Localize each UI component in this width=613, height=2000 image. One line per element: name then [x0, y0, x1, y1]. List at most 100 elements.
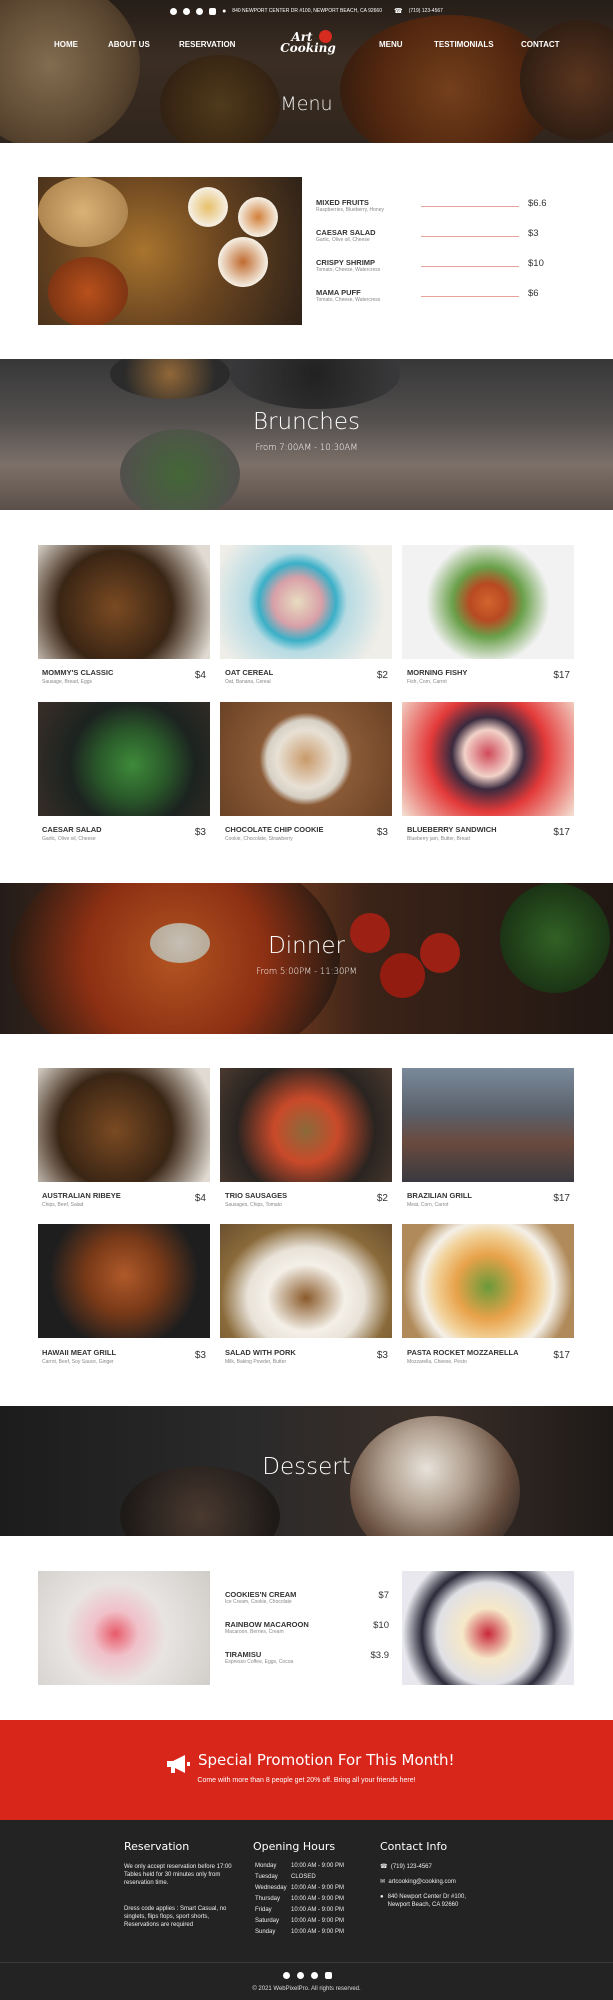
brunches-title: Brunches: [252, 409, 361, 435]
item-name: TIRAMISU: [225, 1650, 262, 1659]
card-price: $3: [194, 827, 206, 838]
promo-text: Come with more than 8 people get 20% off…: [197, 1777, 416, 1784]
card-name: HAWAII MEAT GRILL: [42, 1348, 117, 1357]
facebook-icon[interactable]: [170, 7, 178, 15]
hours-row: Tuesday CLOSED: [255, 1874, 316, 1880]
card-name: OAT CEREAL: [225, 668, 274, 677]
item-name: RAINBOW MACAROON: [225, 1620, 309, 1629]
top-phone: (719) 123-4567: [408, 8, 443, 14]
card-price: $2: [376, 1193, 388, 1204]
list-item: CAESAR SALAD Garlic, Olive oil, Cheese $…: [316, 228, 576, 253]
item-desc: Espresso Coffee, Eggs, Cocoa: [225, 1659, 294, 1665]
nav-contact[interactable]: CONTACT: [521, 40, 560, 49]
dessert-banner: Dessert: [0, 1406, 613, 1536]
card-name: BRAZILIAN GRILL: [407, 1191, 472, 1200]
pasta-rocket-mozzarella-image: [402, 1224, 574, 1338]
item-price: $7: [378, 1590, 389, 1601]
card-desc: Mozzarella, Cheese, Pesto: [407, 1359, 467, 1365]
dessert-title: Dessert: [262, 1454, 351, 1480]
nav-home[interactable]: HOME: [54, 40, 78, 49]
opening-hours-title: Opening Hours: [253, 1840, 336, 1853]
card-name: MOMMY'S CLASSIC: [42, 668, 114, 677]
item-desc: Ice Cream, Cookie, Chocolate: [225, 1599, 292, 1605]
card-price: $2: [376, 670, 388, 681]
nav-menu[interactable]: MENU: [379, 40, 403, 49]
card-name: TRIO SAUSAGES: [225, 1191, 288, 1200]
item-price: $10: [528, 258, 544, 269]
nav-testimonials[interactable]: TESTIMONIALS: [434, 40, 494, 49]
brunches-banner: Brunches From 7:00AM - 10:30AM: [0, 359, 613, 510]
card-desc: Fish, Corn, Carrot: [407, 679, 447, 685]
contact-info-title: Contact Info: [380, 1840, 448, 1853]
logo[interactable]: Art Cooking: [278, 28, 338, 62]
starters-image: [38, 177, 302, 325]
promo-title: Special Promotion For This Month!: [198, 1751, 455, 1769]
hours-row: Monday 10:00 AM - 9:00 PM: [255, 1863, 345, 1869]
nav-about[interactable]: ABOUT US: [108, 40, 150, 49]
card-price: $4: [194, 1193, 206, 1204]
location-icon: ●: [222, 7, 227, 15]
morning-fishy-image: [402, 545, 574, 659]
card-name: SALAD WITH PORK: [225, 1348, 296, 1357]
card-desc: Carrot, Beef, Soy Sauce, Ginger: [42, 1359, 114, 1365]
footer: Reservation We only accept reservation b…: [0, 1820, 613, 2000]
card-desc: Cookie, Chocolate, Strawberry: [225, 836, 293, 842]
card-desc: Blueberry jam, Butter, Bread: [407, 836, 470, 842]
instagram-icon[interactable]: [196, 7, 204, 15]
footer-social: [283, 1972, 332, 1979]
dessert-left-image: [38, 1571, 210, 1685]
hawaii-meat-grill-image: [38, 1224, 210, 1338]
contact-phone-text: (719) 123-4567: [390, 1864, 432, 1870]
dessert-right-image: [402, 1571, 574, 1685]
hours-row: Wednesday 10:00 AM - 9:00 PM: [255, 1885, 345, 1891]
blueberry-sandwich-image: [402, 702, 574, 816]
trio-sausages-image: [220, 1068, 392, 1182]
mail-icon: ✉: [380, 1879, 386, 1885]
hours-row: Sunday 10:00 AM - 9:00 PM: [255, 1929, 345, 1935]
card-desc: Garlic, Olive oil, Cheese: [42, 836, 96, 842]
top-info-bar: ● 840 NEWPORT CENTER DR #100, NEWPORT BE…: [0, 4, 613, 18]
contact-address: ● 840 Newport Center Dr #100, Newport Bea…: [380, 1893, 480, 1909]
card-price: $17: [553, 1193, 570, 1204]
card-price: $3: [194, 1350, 206, 1361]
salad-with-pork-image: [220, 1224, 392, 1338]
logo-line2: Cooking: [280, 41, 336, 55]
card-price: $3: [376, 1350, 388, 1361]
hours-row: Thursday 10:00 AM - 9:00 PM: [255, 1896, 345, 1902]
instagram-icon[interactable]: [311, 1972, 318, 1979]
list-item: RAINBOW MACAROON Macaroon, Berries, Crea…: [225, 1620, 389, 1635]
youtube-icon[interactable]: [209, 7, 217, 15]
brazilian-grill-image: [402, 1068, 574, 1182]
item-price: $3: [528, 228, 539, 239]
top-address: 840 NEWPORT CENTER DR #100, NEWPORT BEAC…: [232, 8, 382, 14]
caesar-salad-image: [38, 702, 210, 816]
nav-reservation[interactable]: RESERVATION: [179, 40, 235, 49]
chocolate-chip-cookie-image: [220, 702, 392, 816]
facebook-icon[interactable]: [283, 1972, 290, 1979]
hours-row: Friday 10:00 AM - 9:00 PM: [255, 1907, 345, 1913]
list-item: MAMA PUFF Tomato, Cheese, Watercress $6: [316, 288, 576, 313]
youtube-icon[interactable]: [325, 1972, 332, 1979]
linkedin-icon[interactable]: [297, 1972, 304, 1979]
brunches-subtitle: From 7:00AM - 10:30AM: [255, 443, 358, 453]
contact-email-text: artcooking@cooking.com: [388, 1879, 456, 1885]
linkedin-icon[interactable]: [183, 7, 191, 15]
card-desc: Meat, Corn, Carrot: [407, 1202, 449, 1208]
contact-email[interactable]: ✉ artcooking@cooking.com: [380, 1878, 456, 1886]
reservation-title: Reservation: [124, 1840, 190, 1853]
card-name: CHOCOLATE CHIP COOKIE: [225, 825, 324, 834]
reservation-text-2: Dress code applies : Smart Casual, no si…: [124, 1906, 227, 1928]
card-price: $17: [553, 1350, 570, 1361]
phone-icon: ☎: [380, 1864, 388, 1870]
phone-icon: ☎: [393, 8, 403, 15]
item-price: $6.6: [528, 198, 547, 209]
page-title: Menu: [280, 93, 333, 115]
contact-phone[interactable]: ☎ (719) 123-4567: [380, 1863, 432, 1871]
australian-ribeye-image: [38, 1068, 210, 1182]
list-item: MIXED FRUITS Raspberries, Blueberry, Hon…: [316, 198, 576, 223]
card-price: $4: [194, 670, 206, 681]
contact-address-text: 840 Newport Center Dr #100, Newport Beac…: [387, 1894, 466, 1908]
item-desc: Macaroon, Berries, Cream: [225, 1629, 284, 1635]
card-price: $17: [553, 670, 570, 681]
copyright: © 2021 WebPixelPro. All rights reserved.: [252, 1986, 361, 1992]
